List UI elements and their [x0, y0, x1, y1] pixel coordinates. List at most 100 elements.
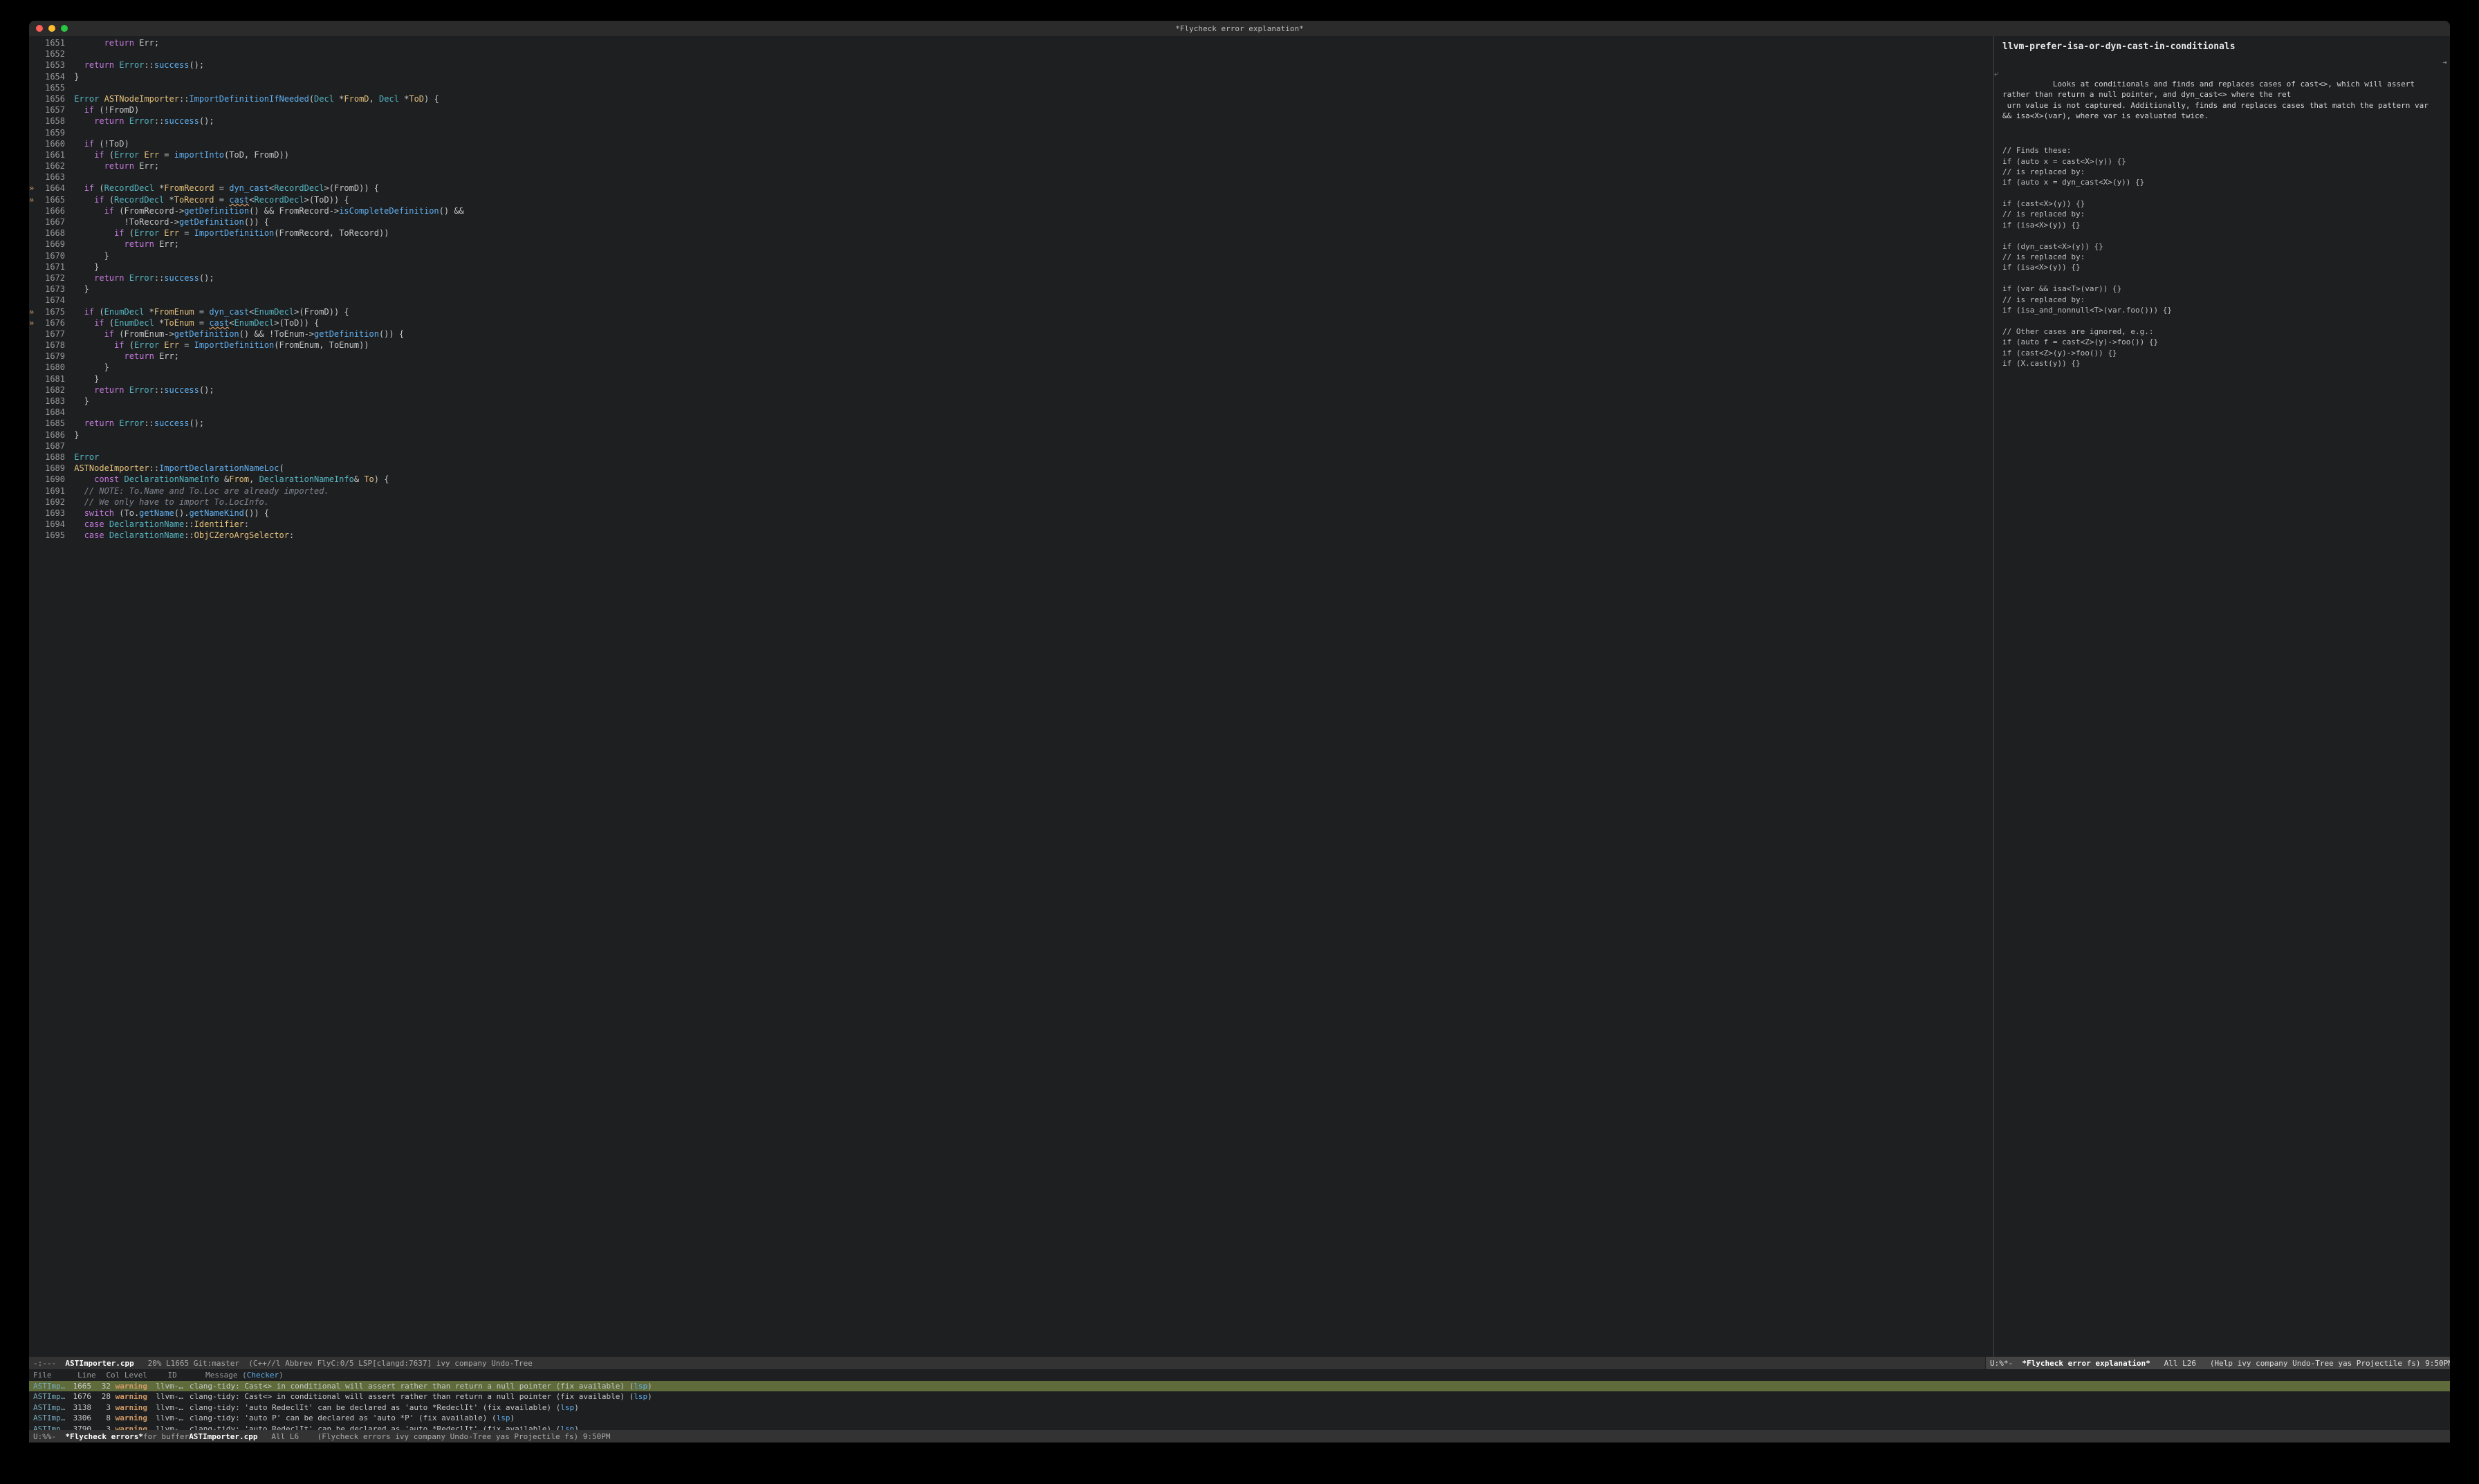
line-number: 1673	[32, 284, 69, 295]
line-number: 1672	[32, 272, 69, 284]
code-line[interactable]: 1672 return Error::success();	[29, 272, 1993, 284]
line-number: 1693	[32, 508, 69, 519]
err-col: 3	[91, 1402, 111, 1413]
line-number: 1680	[32, 362, 69, 373]
line-number: 1674	[32, 295, 69, 306]
flycheck-fringe-icon: »	[29, 306, 34, 317]
code-line[interactable]: 1679 return Err;	[29, 351, 1993, 362]
line-number: 1668	[32, 228, 69, 239]
line-number: 1671	[32, 261, 69, 272]
line-number: 1667	[32, 216, 69, 228]
err-col: 8	[91, 1413, 111, 1423]
errors-header: File Line Col Level ID Message (Checker)	[29, 1369, 2450, 1381]
code-line[interactable]: 1666 if (FromRecord->getDefinition() && …	[29, 205, 1993, 216]
modeline-code[interactable]: -:--- ASTImporter.cpp 20% L1665 Git:mast…	[29, 1357, 1985, 1369]
code-line[interactable]: 1658 return Error::success();	[29, 115, 1993, 127]
flycheck-errors-buffer[interactable]: File Line Col Level ID Message (Checker)…	[29, 1369, 2450, 1430]
err-line: 3790	[66, 1424, 91, 1430]
code-line[interactable]: 1691 // NOTE: To.Name and To.Loc are alr…	[29, 485, 1993, 497]
code-line[interactable]: 1677 if (FromEnum->getDefinition() && !T…	[29, 328, 1993, 340]
truncation-icon: ➔	[2442, 57, 2447, 68]
line-number: 1660	[32, 138, 69, 149]
code-line[interactable]: 1652	[29, 48, 1993, 59]
code-line[interactable]: 1656 Error ASTNodeImporter::ImportDefini…	[29, 93, 1993, 104]
err-line: 3138	[66, 1402, 91, 1413]
error-row[interactable]: ASTImp…166532 warning llvm-… clang-tidy:…	[29, 1381, 2450, 1391]
code-line[interactable]: 1678 if (Error Err = ImportDefinition(Fr…	[29, 340, 1993, 351]
code-line[interactable]: 1671 }	[29, 261, 1993, 272]
code-line[interactable]: »1664 if (RecordDecl *FromRecord = dyn_c…	[29, 183, 1993, 194]
code-line[interactable]: 1684	[29, 407, 1993, 418]
error-row[interactable]: ASTImp…167628 warning llvm-… clang-tidy:…	[29, 1391, 2450, 1402]
code-line[interactable]: 1674	[29, 295, 1993, 306]
line-number: 1688	[32, 452, 69, 463]
code-line[interactable]: »1676 if (EnumDecl *ToEnum = cast<EnumDe…	[29, 317, 1993, 328]
line-number: 1666	[32, 205, 69, 216]
error-row[interactable]: ASTImp…33068 warning llvm-… clang-tidy: …	[29, 1413, 2450, 1423]
err-id: llvm-…	[156, 1424, 185, 1430]
err-file: ASTImp…	[33, 1424, 66, 1430]
code-line[interactable]: 1682 return Error::success();	[29, 384, 1993, 396]
err-id: llvm-…	[156, 1381, 185, 1391]
modeline-explanation[interactable]: U:%*- *Flycheck error explanation* All L…	[1985, 1357, 2450, 1369]
code-line[interactable]: 1686 }	[29, 429, 1993, 440]
code-line[interactable]: »1675 if (EnumDecl *FromEnum = dyn_cast<…	[29, 306, 1993, 317]
line-number: 1662	[32, 160, 69, 171]
code-line[interactable]: 1694 case DeclarationName::Identifier:	[29, 519, 1993, 530]
line-number: 1655	[32, 82, 69, 93]
code-buffer[interactable]: 1651 return Err;1652 1653 return Error::…	[29, 36, 1993, 1357]
flycheck-fringe-icon: »	[29, 194, 34, 205]
code-line[interactable]: 1654 }	[29, 71, 1993, 82]
code-line[interactable]: 1663	[29, 171, 1993, 183]
line-number: 1685	[32, 418, 69, 429]
code-line[interactable]: 1683 }	[29, 396, 1993, 407]
code-line[interactable]: 1695 case DeclarationName::ObjCZeroArgSe…	[29, 530, 1993, 541]
line-number: 1690	[32, 474, 69, 485]
buffer-name: ASTImporter.cpp	[65, 1359, 133, 1368]
code-line[interactable]: 1670 }	[29, 250, 1993, 261]
titlebar[interactable]: *Flycheck error explanation*	[29, 21, 2450, 36]
explanation-buffer[interactable]: llvm-prefer-isa-or-dyn-cast-in-condition…	[1993, 36, 2450, 1357]
code-line[interactable]: »1665 if (RecordDecl *ToRecord = cast<Re…	[29, 194, 1993, 205]
code-line[interactable]: 1655	[29, 82, 1993, 93]
code-line[interactable]: 1661 if (Error Err = importInto(ToD, Fro…	[29, 149, 1993, 160]
code-line[interactable]: 1669 return Err;	[29, 239, 1993, 250]
err-file: ASTImp…	[33, 1381, 66, 1391]
code-line[interactable]: 1667 !ToRecord->getDefinition()) {	[29, 216, 1993, 228]
buffer-name: *Flycheck errors*	[65, 1432, 143, 1441]
code-line[interactable]: 1687	[29, 440, 1993, 452]
window-title: *Flycheck error explanation*	[29, 24, 2450, 33]
err-message: clang-tidy: Cast<> in conditional will a…	[190, 1382, 652, 1391]
line-number: 1684	[32, 407, 69, 418]
line-number: 1689	[32, 463, 69, 474]
code-line[interactable]: 1681 }	[29, 373, 1993, 384]
code-line[interactable]: 1657 if (!FromD)	[29, 104, 1993, 115]
code-line[interactable]: 1693 switch (To.getName().getNameKind())…	[29, 508, 1993, 519]
err-file: ASTImp…	[33, 1391, 66, 1402]
code-line[interactable]: 1688 Error	[29, 452, 1993, 463]
code-line[interactable]: 1685 return Error::success();	[29, 418, 1993, 429]
code-line[interactable]: 1662 return Err;	[29, 160, 1993, 171]
line-number: 1661	[32, 149, 69, 160]
buffer-name: *Flycheck error explanation*	[2022, 1359, 2150, 1368]
modeline-errors[interactable]: U:%%- *Flycheck errors* for buffer ASTIm…	[29, 1430, 2450, 1443]
code-line[interactable]: 1651 return Err;	[29, 37, 1993, 48]
err-level: warning	[116, 1402, 151, 1413]
code-line[interactable]: 1673 }	[29, 284, 1993, 295]
err-id: llvm-…	[156, 1391, 185, 1402]
err-message: clang-tidy: Cast<> in conditional will a…	[190, 1392, 652, 1401]
code-line[interactable]: 1680 }	[29, 362, 1993, 373]
err-file: ASTImp…	[33, 1413, 66, 1423]
code-line[interactable]: 1689 ASTNodeImporter::ImportDeclarationN…	[29, 463, 1993, 474]
code-line[interactable]: 1659	[29, 127, 1993, 138]
error-row[interactable]: ASTImp…31383 warning llvm-… clang-tidy: …	[29, 1402, 2450, 1413]
code-line[interactable]: 1653 return Error::success();	[29, 59, 1993, 71]
error-row[interactable]: ASTImp…37903 warning llvm-… clang-tidy: …	[29, 1424, 2450, 1430]
line-number: 1653	[32, 59, 69, 71]
check-description: ⤶ Looks at conditionals and finds and re…	[1994, 57, 2450, 142]
code-line[interactable]: 1690 const DeclarationNameInfo &From, De…	[29, 474, 1993, 485]
code-line[interactable]: 1692 // We only have to import To.LocInf…	[29, 497, 1993, 508]
code-line[interactable]: 1660 if (!ToD)	[29, 138, 1993, 149]
code-line[interactable]: 1668 if (Error Err = ImportDefinition(Fr…	[29, 228, 1993, 239]
line-number: 1683	[32, 396, 69, 407]
